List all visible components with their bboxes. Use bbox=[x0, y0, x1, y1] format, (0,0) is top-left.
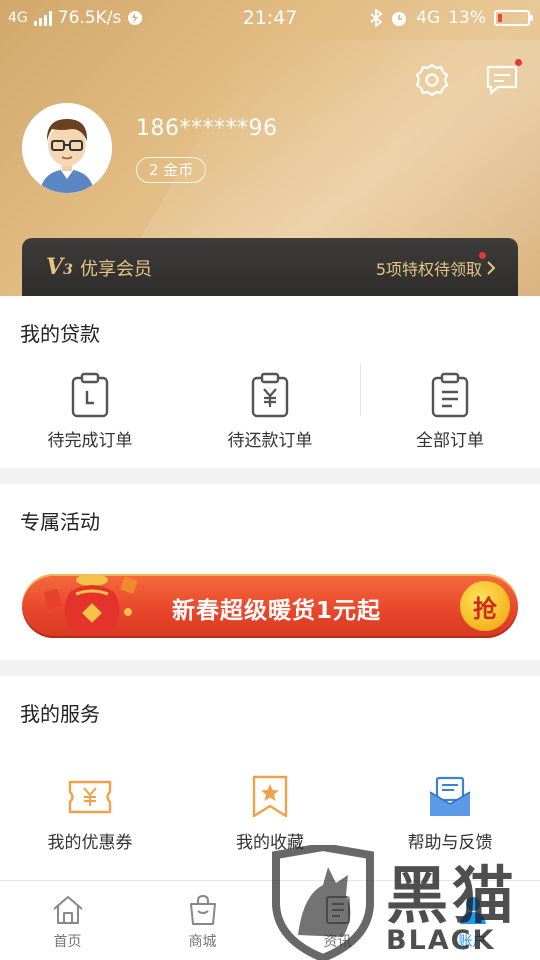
bluetooth-icon bbox=[370, 9, 383, 27]
status-bar: 4G 76.5K/s 21:47 4G 13% bbox=[0, 0, 540, 36]
feedback-mail-icon bbox=[429, 776, 471, 816]
services-grid: 我的优惠券 我的收藏 帮助与反馈 bbox=[0, 774, 540, 853]
clipboard-list-icon bbox=[431, 372, 469, 418]
coupon-icon bbox=[68, 780, 112, 814]
nav-mall[interactable]: 商城 bbox=[135, 881, 270, 960]
loans-section: 我的贷款 待完成订单 待还款订单 全部订单 bbox=[0, 296, 540, 468]
nav-account-label: 账户 bbox=[458, 934, 487, 950]
promo-banner[interactable]: 新春超级暖货1元起 抢 bbox=[22, 574, 518, 638]
chat-bubble-icon bbox=[486, 65, 518, 95]
vip-title: 优享会员 bbox=[80, 259, 152, 280]
clipboard-yen-icon bbox=[251, 372, 289, 418]
favorites-item[interactable]: 我的收藏 bbox=[180, 774, 360, 853]
user-avatar-illustration bbox=[22, 103, 112, 193]
vip-level-badge: V3 bbox=[46, 254, 73, 280]
nav-news-label: 资讯 bbox=[323, 934, 352, 950]
network-type-right: 4G bbox=[416, 8, 441, 28]
favorites-label: 我的收藏 bbox=[236, 833, 304, 853]
nav-account[interactable]: 账户 bbox=[405, 881, 540, 960]
vip-member-bar[interactable]: V3 优享会员 5项特权待领取 bbox=[22, 238, 518, 296]
vip-privileges-link[interactable]: 5项特权待领取 bbox=[376, 256, 496, 280]
avatar[interactable] bbox=[22, 103, 112, 193]
coupons-label: 我的优惠券 bbox=[47, 833, 133, 853]
status-right: 4G 13% bbox=[370, 8, 533, 28]
all-orders-item[interactable]: 全部订单 bbox=[360, 372, 540, 451]
lucky-bag-icon bbox=[44, 574, 138, 634]
loans-title: 我的贷款 bbox=[20, 322, 100, 346]
nav-news[interactable]: 资讯 bbox=[270, 881, 405, 960]
coins-badge[interactable]: 2 金币 bbox=[136, 157, 207, 183]
gear-icon bbox=[415, 63, 449, 97]
nav-home-label: 首页 bbox=[53, 934, 82, 950]
clipboard-clock-icon bbox=[71, 372, 109, 418]
bottom-nav: 首页 商城 资讯 账户 bbox=[0, 880, 540, 960]
coupons-item[interactable]: 我的优惠券 bbox=[0, 774, 180, 853]
unread-dot bbox=[515, 59, 522, 66]
services-section: 我的服务 我的优惠券 我的收藏 帮助与反馈 bbox=[0, 676, 540, 880]
help-feedback-label: 帮助与反馈 bbox=[407, 833, 493, 853]
user-phone: 186******96 bbox=[136, 116, 278, 141]
vip-notification-dot bbox=[479, 252, 486, 259]
battery-percent: 13% bbox=[448, 8, 486, 28]
grid-divider bbox=[360, 364, 361, 416]
repayment-orders-label: 待还款订单 bbox=[227, 431, 313, 451]
pending-orders-item[interactable]: 待完成订单 bbox=[0, 372, 180, 451]
home-icon bbox=[52, 896, 83, 924]
banner-text: 新春超级暖货1元起 bbox=[172, 598, 382, 624]
vip-privileges-text: 5项特权待领取 bbox=[375, 260, 482, 279]
battery-icon bbox=[494, 10, 533, 26]
help-feedback-item[interactable]: 帮助与反馈 bbox=[360, 774, 540, 853]
bookmark-star-icon bbox=[252, 775, 288, 818]
loans-grid: 待完成订单 待还款订单 全部订单 bbox=[0, 372, 540, 451]
services-title: 我的服务 bbox=[20, 702, 100, 726]
nav-home[interactable]: 首页 bbox=[0, 881, 135, 960]
grab-button[interactable]: 抢 bbox=[460, 581, 510, 631]
shopping-bag-icon bbox=[189, 895, 216, 925]
news-icon bbox=[325, 896, 350, 924]
pending-orders-label: 待完成订单 bbox=[47, 431, 133, 451]
activity-title: 专属活动 bbox=[20, 510, 100, 534]
settings-button[interactable] bbox=[414, 62, 450, 98]
nav-mall-label: 商城 bbox=[188, 934, 217, 950]
vip-level-letter: V bbox=[46, 254, 64, 280]
account-icon bbox=[459, 897, 486, 924]
repayment-orders-item[interactable]: 待还款订单 bbox=[180, 372, 360, 451]
activity-section: 专属活动 新春超级暖货1元起 抢 bbox=[0, 484, 540, 660]
all-orders-label: 全部订单 bbox=[416, 431, 484, 451]
alarm-icon bbox=[392, 12, 407, 26]
messages-button[interactable] bbox=[484, 59, 522, 98]
vip-level-number: 3 bbox=[63, 262, 73, 278]
chevron-right-icon bbox=[487, 261, 496, 275]
